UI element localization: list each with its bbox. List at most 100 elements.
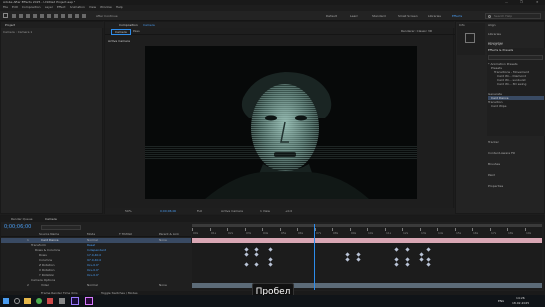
keyframe[interactable] <box>405 262 410 267</box>
property-value[interactable]: 97.0,40.0 <box>87 258 101 262</box>
info-tab[interactable]: Info <box>459 23 465 27</box>
comp-viewer[interactable] <box>145 46 417 199</box>
tab-tracker[interactable]: Tracker <box>488 140 499 144</box>
keyframe[interactable] <box>345 257 350 262</box>
layer-mode[interactable]: Normal <box>87 238 98 242</box>
tab-comp-name[interactable]: Camera <box>143 23 155 27</box>
pan-tool-icon[interactable] <box>47 14 51 18</box>
keyframe[interactable] <box>356 257 361 262</box>
time-ruler[interactable]: 00s 01s 02s 03s 04s 05s 06s 07s 08s 09s 10s 11s 12s 1… <box>192 228 542 236</box>
keyframe[interactable] <box>419 257 424 262</box>
keyframe[interactable] <box>268 262 273 267</box>
tab-content-aware-fill[interactable]: Content-Aware Fill <box>488 151 515 155</box>
home-icon[interactable] <box>3 13 8 18</box>
keyframe[interactable] <box>426 247 431 252</box>
premiere-icon[interactable] <box>85 297 93 305</box>
tab-align[interactable]: Align <box>488 23 496 27</box>
keyframe[interactable] <box>426 262 431 267</box>
property-value[interactable]: Independent <box>87 248 106 252</box>
browser-icon[interactable] <box>36 298 42 304</box>
current-time[interactable]: 0;00;06;00 <box>160 209 176 213</box>
hand-tool-icon[interactable] <box>19 14 23 18</box>
tab-brushes[interactable]: Brushes <box>488 162 500 166</box>
workspace-effects[interactable]: Effects <box>452 14 462 18</box>
keyframe[interactable] <box>405 257 410 262</box>
windows-start-icon[interactable] <box>3 298 9 304</box>
mask-tool-icon[interactable] <box>54 14 58 18</box>
tab-render-queue[interactable]: Render Queue <box>11 217 33 221</box>
keyframe[interactable] <box>244 252 249 257</box>
video-layer-bar[interactable] <box>192 283 542 288</box>
keyframe[interactable] <box>394 262 399 267</box>
puppet-tool-icon[interactable] <box>82 14 86 18</box>
keyframe[interactable] <box>426 257 431 262</box>
keyframe[interactable] <box>254 247 259 252</box>
keyframe[interactable] <box>254 262 259 267</box>
timeline-search-field[interactable] <box>41 225 81 230</box>
property-value[interactable]: 0x+0.0° <box>87 263 99 267</box>
file-explorer-icon[interactable] <box>24 298 31 304</box>
rotate-tool-icon[interactable] <box>33 14 37 18</box>
minimize-button[interactable]: — <box>505 0 508 4</box>
property-value[interactable]: 0x+0.0° <box>87 273 99 277</box>
col-trkmat[interactable]: T TrkMat <box>119 232 132 236</box>
col-mode[interactable]: Mode <box>87 232 95 236</box>
tree-item[interactable]: Card Wipe <box>488 104 544 108</box>
renderer-label[interactable]: Renderer: Classic 3D <box>401 29 432 33</box>
property-value[interactable]: 17.0,40.0 <box>87 253 101 257</box>
keyframe[interactable] <box>244 262 249 267</box>
work-area-bar[interactable] <box>192 224 542 227</box>
property-value[interactable]: 0x+0.0° <box>87 268 99 272</box>
property-value[interactable]: Reset <box>87 243 95 247</box>
search-taskbar-icon[interactable] <box>14 298 20 304</box>
playhead[interactable] <box>314 224 315 290</box>
layer-row[interactable]: 2 Video Normal None <box>1 283 191 288</box>
keyframe[interactable] <box>244 247 249 252</box>
type-tool-icon[interactable] <box>68 14 72 18</box>
layer-parent[interactable]: None <box>159 283 167 287</box>
workspace-libraries[interactable]: Libraries <box>428 14 441 18</box>
app-icon[interactable] <box>59 298 65 304</box>
timeline-current-time[interactable]: 0;00;06;00 <box>4 224 31 230</box>
workspace-default[interactable]: Default <box>326 14 337 18</box>
resolution-select[interactable]: Full <box>197 209 202 213</box>
taskbar-language[interactable]: ENG <box>498 299 504 303</box>
keyframe[interactable] <box>394 247 399 252</box>
effects-presets-tab[interactable]: Effects & Presets <box>488 48 513 52</box>
snapping-toggle[interactable]: After Continue <box>96 14 118 18</box>
sub-tab-camera[interactable]: Camera <box>111 29 131 35</box>
layer-mode[interactable]: Normal <box>87 283 98 287</box>
keyframe[interactable] <box>419 252 424 257</box>
after-effects-icon[interactable] <box>71 297 79 305</box>
zoom-tool-icon[interactable] <box>26 14 30 18</box>
tab-project[interactable]: Project <box>5 23 15 27</box>
effects-search-field[interactable] <box>488 55 543 60</box>
pen-tool-icon[interactable] <box>61 14 65 18</box>
workspace-learn[interactable]: Learn <box>350 14 358 18</box>
keyframe[interactable] <box>268 247 273 252</box>
app-icon[interactable] <box>47 298 53 304</box>
keyframe[interactable] <box>345 252 350 257</box>
tab-timeline-camera[interactable]: Camera <box>45 217 57 221</box>
tree-item[interactable]: Card Wi... 3D swing <box>488 82 544 86</box>
help-search-field[interactable]: Search Help <box>485 13 541 19</box>
tab-paragraph[interactable]: Paragraph <box>488 42 503 46</box>
brush-tool-icon[interactable] <box>75 14 79 18</box>
keyframe[interactable] <box>405 247 410 252</box>
taskbar-date[interactable]: 18.02.2025 <box>512 301 529 305</box>
workspace-small-screen[interactable]: Small Screen <box>398 14 418 18</box>
keyframe[interactable] <box>356 252 361 257</box>
selection-tool-icon[interactable] <box>12 14 16 18</box>
tab-properties[interactable]: Properties <box>488 184 503 188</box>
keyframe[interactable] <box>254 252 259 257</box>
tab-libraries[interactable]: Libraries <box>488 32 501 36</box>
exposure-value[interactable]: +0.0 <box>285 209 292 213</box>
col-parent[interactable]: Parent & Link <box>159 232 179 236</box>
close-button[interactable]: ✕ <box>536 0 539 4</box>
keyframe[interactable] <box>268 257 273 262</box>
sub-tab-pass[interactable]: Pass <box>133 29 140 33</box>
tab-composition[interactable]: Composition <box>119 23 138 27</box>
taskbar-time[interactable]: 14:26 <box>516 296 525 300</box>
col-source-name[interactable]: Source Name <box>39 232 59 236</box>
maximize-button[interactable]: ❐ <box>520 0 523 4</box>
